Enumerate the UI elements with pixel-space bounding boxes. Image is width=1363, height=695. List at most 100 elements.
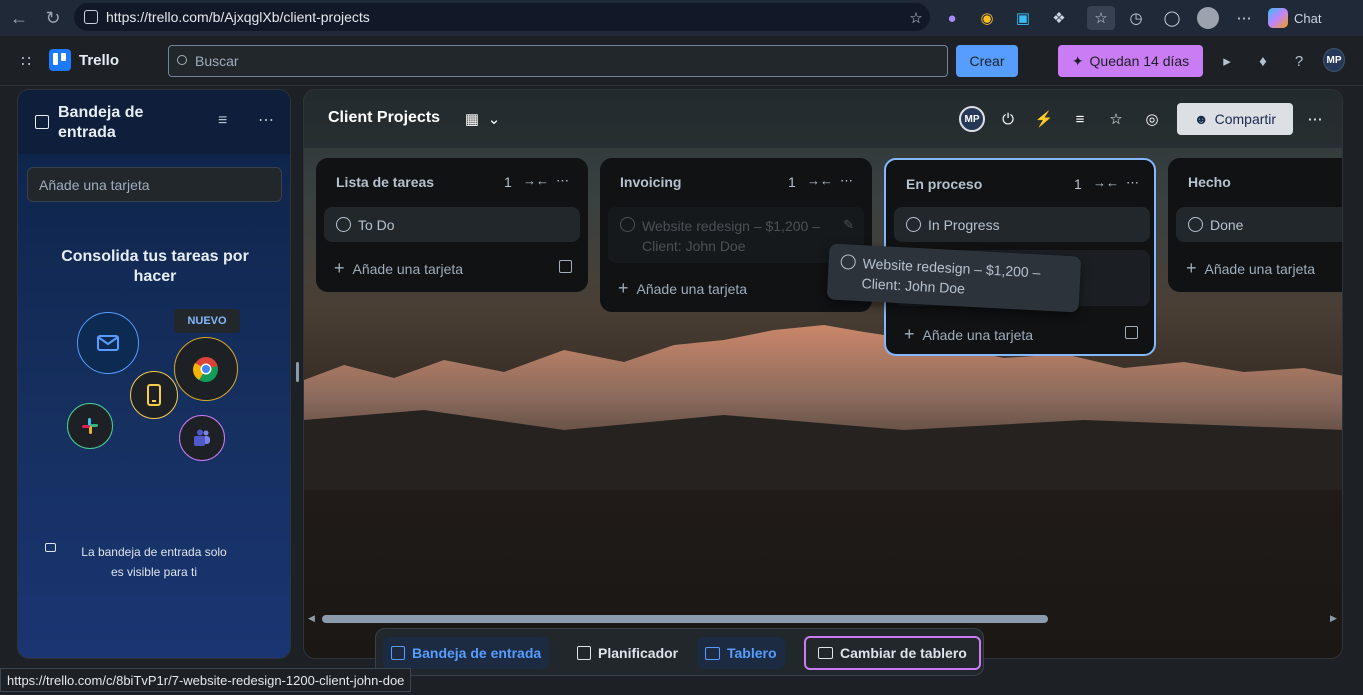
- collapse-list-icon[interactable]: →←: [523, 173, 549, 188]
- card-done[interactable]: Done: [1176, 207, 1342, 242]
- share-button[interactable]: ☻ Compartir: [1177, 103, 1293, 135]
- view-switcher: Bandeja de entrada Planificador Tablero …: [375, 628, 984, 676]
- star-board-icon[interactable]: ☆: [1106, 109, 1126, 129]
- list-title[interactable]: En proceso: [906, 176, 982, 192]
- chrome-icon[interactable]: [174, 337, 238, 401]
- scroll-left-icon[interactable]: ◀: [308, 613, 315, 624]
- app-switcher-icon[interactable]: ∷: [15, 50, 37, 72]
- url-text: https://trello.com/b/AjxqglXb/client-pro…: [106, 9, 370, 25]
- copilot-icon: [1268, 8, 1288, 28]
- teams-icon[interactable]: [179, 415, 225, 461]
- history-icon[interactable]: ◷: [1124, 6, 1148, 30]
- visibility-globe-icon[interactable]: ◎: [1142, 109, 1162, 129]
- megaphone-icon[interactable]: ▸: [1216, 50, 1238, 72]
- account-avatar[interactable]: MP: [1323, 48, 1345, 72]
- switch-board-icon: [818, 647, 833, 659]
- list-title[interactable]: Lista de tareas: [336, 174, 434, 190]
- card-to-do[interactable]: To Do: [324, 207, 580, 242]
- search-input[interactable]: Buscar: [168, 45, 948, 77]
- browser-toolbar: ← ↻ https://trello.com/b/AjxqglXb/client…: [0, 0, 1363, 36]
- board-header: Client Projects ▦ ⌄ MP ⏻ ⚡ ≡ ☆ ◎ ☻ Compa…: [304, 90, 1342, 148]
- board-member-avatar[interactable]: MP: [959, 106, 985, 132]
- profile-avatar-icon[interactable]: [1196, 6, 1220, 30]
- chevron-down-icon[interactable]: ⌄: [484, 109, 504, 129]
- extension-ghost-icon[interactable]: ●: [940, 6, 964, 30]
- complete-toggle-icon[interactable]: [336, 217, 351, 232]
- power-ups-icon[interactable]: ⏻: [998, 109, 1018, 129]
- mobile-icon[interactable]: [130, 371, 178, 419]
- add-person-icon: ☻: [1193, 111, 1209, 127]
- list-card-count: 1: [1074, 176, 1082, 192]
- list-more-icon[interactable]: ⋯: [556, 173, 569, 189]
- favorites-icon[interactable]: ☆: [1087, 6, 1115, 30]
- list-lista-de-tareas: Lista de tareas 1 →← ⋯ To Do + Añade una…: [316, 158, 588, 292]
- add-card-button[interactable]: + Añade una tarjeta: [334, 258, 463, 279]
- trello-header: ∷ Trello Buscar Crear ✦ Quedan 14 días ▸…: [0, 36, 1363, 86]
- list-more-icon[interactable]: ⋯: [840, 173, 853, 189]
- complete-toggle-icon: [840, 254, 857, 270]
- inbox-promo-title: Consolida tus tareas por hacer: [61, 248, 249, 285]
- edit-pencil-icon: ✎: [843, 217, 854, 232]
- board: Client Projects ▦ ⌄ MP ⏻ ⚡ ≡ ☆ ◎ ☻ Compa…: [303, 89, 1343, 659]
- create-button[interactable]: Crear: [956, 45, 1018, 77]
- trello-logo[interactable]: Trello: [49, 49, 119, 71]
- help-icon[interactable]: ?: [1288, 50, 1310, 72]
- collapse-list-icon[interactable]: →←: [807, 173, 833, 188]
- add-card-button[interactable]: + Añade una tarjeta: [618, 278, 747, 299]
- favorite-star-icon[interactable]: ☆: [904, 6, 928, 30]
- add-card-button[interactable]: + Añade una tarjeta: [1186, 258, 1315, 279]
- board-horizontal-scrollbar[interactable]: ◀ ▶: [308, 613, 1337, 624]
- board-background-mountains: [304, 325, 1342, 490]
- panel-resize-handle[interactable]: [296, 362, 299, 382]
- card-template-icon[interactable]: [559, 260, 572, 273]
- inbox-more-icon[interactable]: ⋯: [258, 110, 274, 130]
- reload-icon[interactable]: ↻: [38, 3, 68, 33]
- board-more-icon[interactable]: ⋯: [1305, 109, 1325, 129]
- complete-toggle-icon[interactable]: [1188, 217, 1203, 232]
- list-card-count: 1: [788, 174, 796, 190]
- new-badge: NUEVO: [174, 309, 240, 333]
- list-title[interactable]: Invoicing: [620, 174, 681, 190]
- card-in-progress[interactable]: In Progress: [894, 207, 1150, 242]
- switch-inbox-button[interactable]: Bandeja de entrada: [383, 637, 550, 669]
- site-info-icon[interactable]: [84, 10, 98, 24]
- board-view-icon[interactable]: ▦: [462, 109, 482, 129]
- filter-icon[interactable]: ≡: [1070, 109, 1090, 129]
- board-title[interactable]: Client Projects: [328, 109, 440, 127]
- trello-logo-icon: [49, 49, 71, 71]
- automation-icon[interactable]: ⚡: [1034, 109, 1054, 129]
- extension-color-icon[interactable]: ◉: [975, 6, 999, 30]
- sparkle-icon: ✦: [1071, 52, 1084, 69]
- collapse-list-icon[interactable]: →←: [1093, 175, 1119, 190]
- extension-sync-icon[interactable]: ▣: [1011, 6, 1035, 30]
- notifications-bell-icon[interactable]: ♦: [1252, 50, 1274, 72]
- list-more-icon[interactable]: ⋯: [1126, 175, 1139, 191]
- lock-icon: [45, 543, 56, 552]
- filter-icon[interactable]: ≡: [218, 112, 227, 130]
- search-icon: [177, 55, 187, 65]
- scroll-right-icon[interactable]: ▶: [1330, 613, 1337, 624]
- switch-boards-button[interactable]: Cambiar de tablero: [804, 636, 981, 670]
- add-card-button[interactable]: + Añade una tarjeta: [904, 324, 1033, 345]
- trial-button[interactable]: ✦ Quedan 14 días: [1058, 45, 1203, 77]
- switch-board-button[interactable]: Tablero: [697, 637, 785, 669]
- inbox-header: Bandeja de entrada ≡ ⋯: [18, 90, 290, 154]
- more-menu-icon[interactable]: ⋯: [1232, 6, 1256, 30]
- back-icon[interactable]: ←: [4, 3, 34, 33]
- address-bar[interactable]: https://trello.com/b/AjxqglXb/client-pro…: [74, 3, 930, 31]
- plus-icon: +: [1186, 258, 1197, 278]
- card-template-icon[interactable]: [1125, 326, 1138, 339]
- email-icon[interactable]: [77, 312, 139, 374]
- list-title[interactable]: Hecho: [1188, 174, 1231, 190]
- scrollbar-thumb[interactable]: [322, 615, 1048, 623]
- shield-icon[interactable]: ◯: [1160, 6, 1184, 30]
- complete-toggle-icon[interactable]: [906, 217, 921, 232]
- inbox-icon: [35, 115, 49, 129]
- list-card-count: 1: [504, 174, 512, 190]
- browser-status-url: https://trello.com/c/8biTvP1r/7-website-…: [0, 668, 412, 692]
- inbox-add-card-input[interactable]: Añade una tarjeta: [27, 167, 282, 202]
- slack-icon[interactable]: [67, 403, 113, 449]
- copilot-chat-button[interactable]: Chat: [1268, 6, 1334, 30]
- switch-planner-button[interactable]: Planificador: [569, 637, 686, 669]
- extensions-puzzle-icon[interactable]: ❖: [1047, 6, 1071, 30]
